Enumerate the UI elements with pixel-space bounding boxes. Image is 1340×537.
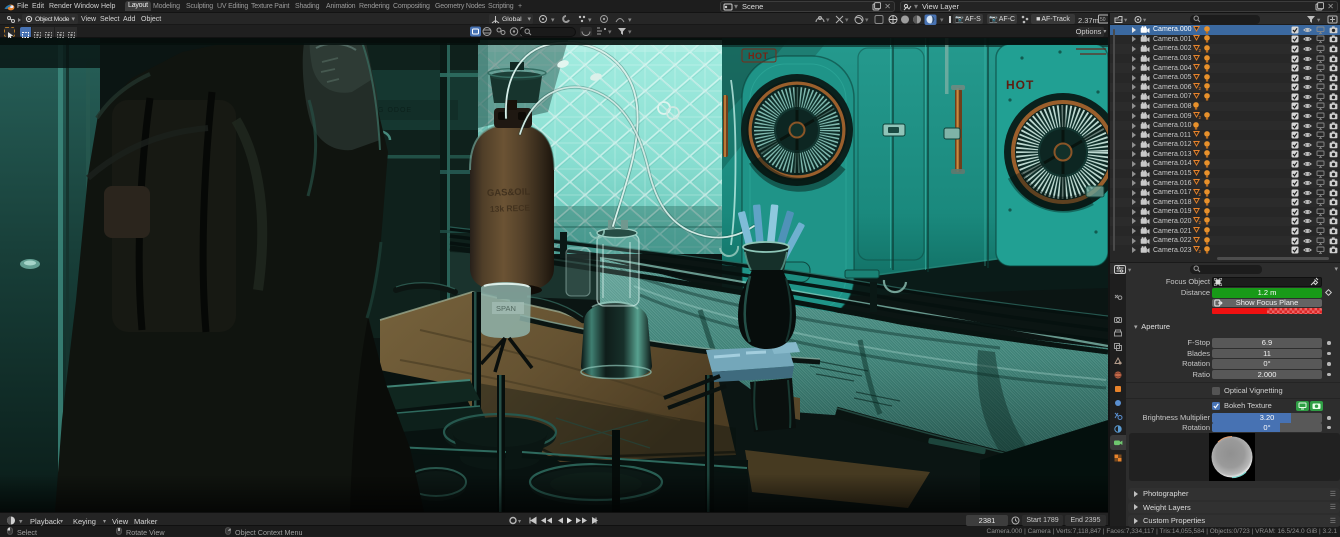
svg-text:▾: ▾ bbox=[826, 17, 830, 24]
svg-text:2: 2 bbox=[1199, 86, 1202, 91]
svg-text:▾: ▾ bbox=[865, 17, 869, 24]
svg-text:▾: ▾ bbox=[518, 519, 521, 525]
svg-text:▾: ▾ bbox=[588, 17, 592, 24]
svg-text:▾: ▾ bbox=[628, 17, 632, 24]
svg-text:▾: ▾ bbox=[19, 518, 23, 525]
svg-text:▾: ▾ bbox=[1143, 17, 1147, 24]
svg-text:50: 50 bbox=[1100, 17, 1106, 23]
svg-text:2: 2 bbox=[1199, 48, 1202, 53]
svg-text:HOT: HOT bbox=[1006, 78, 1034, 92]
svg-text:▾: ▾ bbox=[1317, 17, 1321, 24]
svg-text:▾: ▾ bbox=[628, 29, 632, 36]
svg-text:▾: ▾ bbox=[1124, 17, 1128, 24]
svg-text:▾: ▾ bbox=[1128, 267, 1132, 274]
svg-text:▾: ▾ bbox=[608, 29, 612, 36]
svg-text:2: 2 bbox=[1199, 192, 1202, 197]
svg-text:SPAN: SPAN bbox=[496, 304, 516, 313]
svg-text:▾: ▾ bbox=[551, 17, 555, 24]
svg-text:▾: ▾ bbox=[940, 17, 944, 24]
svg-text:HOT: HOT bbox=[748, 51, 769, 61]
svg-text:GAS&OIL: GAS&OIL bbox=[487, 186, 531, 199]
svg-text:2: 2 bbox=[1199, 220, 1202, 225]
svg-text:▾: ▾ bbox=[845, 17, 849, 24]
svg-text:2: 2 bbox=[1199, 115, 1202, 120]
svg-text:13k RECE: 13k RECE bbox=[490, 203, 531, 214]
svg-text:2: 2 bbox=[1199, 249, 1202, 254]
